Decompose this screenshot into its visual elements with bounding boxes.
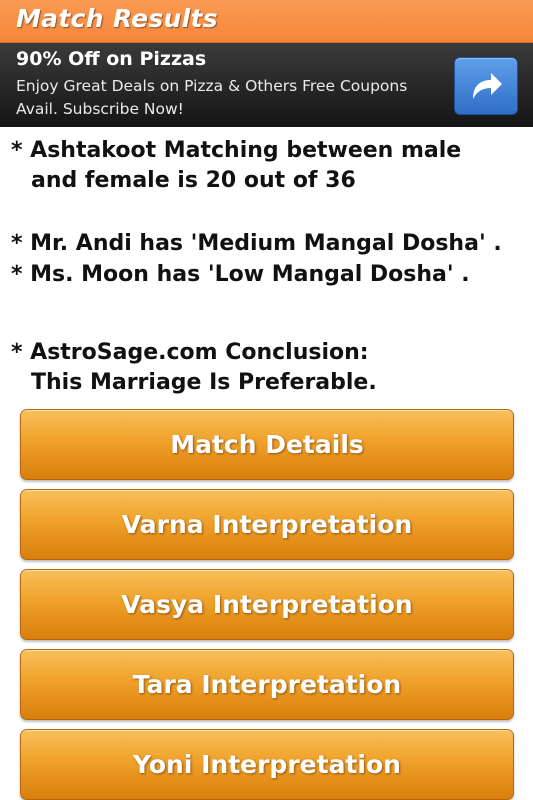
vasya-interpretation-button[interactable]: Vasya Interpretation <box>20 569 514 640</box>
tara-interpretation-label: Tara Interpretation <box>132 670 402 699</box>
conclusion-line2: This Marriage Is Preferable. <box>31 370 377 395</box>
page-title: Match Results <box>16 4 218 33</box>
ad-description-line1[interactable]: Enjoy Great Deals on Pizza & Others Free… <box>16 77 407 95</box>
conclusion-line1: * AstroSage.com Conclusion: <box>11 340 369 365</box>
female-mangal-dosha: * Ms. Moon has 'Low Mangal Dosha' . <box>11 262 470 287</box>
ad-banner[interactable]: 90% Off on Pizzas Enjoy Great Deals on P… <box>0 43 533 127</box>
ad-title[interactable]: 90% Off on Pizzas <box>16 48 206 70</box>
title-bar: Match Results <box>0 0 533 43</box>
varna-interpretation-label: Varna Interpretation <box>121 510 413 539</box>
yoni-interpretation-button[interactable]: Yoni Interpretation <box>20 729 514 800</box>
varna-interpretation-button[interactable]: Varna Interpretation <box>20 489 514 560</box>
yoni-interpretation-label: Yoni Interpretation <box>133 750 401 779</box>
match-details-label: Match Details <box>170 430 364 459</box>
ashtakoot-result-line2: and female is 20 out of 36 <box>31 168 356 193</box>
vasya-interpretation-label: Vasya Interpretation <box>121 590 413 619</box>
ad-description-line2[interactable]: Avail. Subscribe Now! <box>16 100 184 118</box>
arrow-forward-icon <box>473 73 502 99</box>
ashtakoot-result-line1: * Ashtakoot Matching between male <box>11 138 462 163</box>
ad-open-button[interactable] <box>454 57 518 115</box>
male-mangal-dosha: * Mr. Andi has 'Medium Mangal Dosha' . <box>11 231 502 256</box>
match-details-button[interactable]: Match Details <box>20 409 514 480</box>
tara-interpretation-button[interactable]: Tara Interpretation <box>20 649 514 720</box>
